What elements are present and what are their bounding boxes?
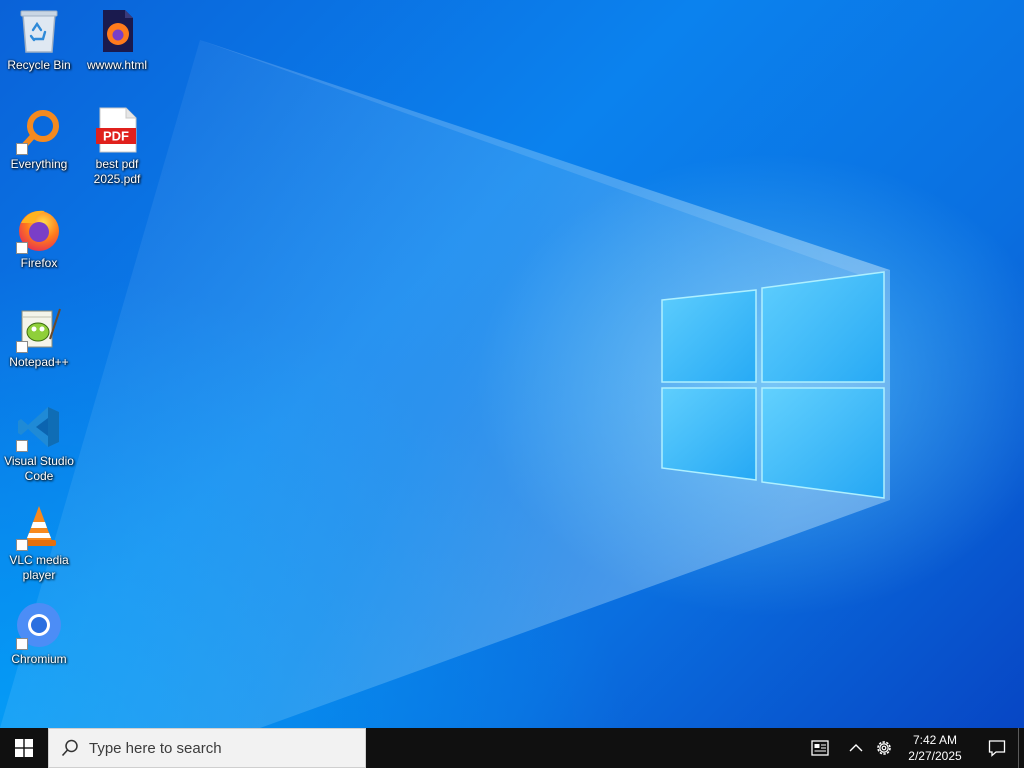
desktop-icon-label: Recycle Bin — [7, 58, 71, 72]
chromium-icon — [14, 600, 64, 650]
taskbar-search-box[interactable]: Type here to search — [48, 728, 366, 768]
show-hidden-icons-button[interactable] — [838, 728, 874, 768]
desktop-icon-best-pdf[interactable]: PDF best pdf 2025.pdf — [78, 105, 156, 187]
pdf-file-icon: PDF — [92, 105, 142, 155]
action-center-icon — [988, 740, 1006, 757]
chevron-up-icon — [849, 744, 863, 752]
desktop-icon-label: Visual Studio Code — [4, 454, 74, 483]
search-icon — [61, 739, 78, 757]
shortcut-arrow-icon — [16, 539, 28, 551]
clock[interactable]: 7:42 AM 2/27/2025 — [894, 728, 976, 768]
news-widget-icon — [811, 740, 829, 756]
shortcut-arrow-icon — [16, 440, 28, 452]
shortcut-arrow-icon — [16, 143, 28, 155]
settings-tray-button[interactable] — [874, 728, 894, 768]
desktop-icon-recycle-bin[interactable]: Recycle Bin — [0, 6, 78, 73]
desktop-icon-label: Notepad++ — [9, 355, 69, 369]
start-button[interactable] — [0, 728, 48, 768]
system-tray: 7:42 AM 2/27/2025 — [802, 728, 1024, 768]
show-desktop-button[interactable] — [1018, 728, 1024, 768]
everything-search-icon — [14, 105, 64, 155]
clock-date: 2/27/2025 — [908, 749, 962, 763]
desktop-icon-label: Chromium — [11, 652, 67, 666]
pdf-badge-text: PDF — [103, 129, 129, 144]
desktop-icon-label: best pdf 2025.pdf — [93, 157, 141, 186]
search-placeholder: Type here to search — [89, 739, 222, 757]
firefox-icon — [14, 204, 64, 254]
gear-icon — [877, 741, 891, 755]
desktop-icon-label: Everything — [10, 157, 68, 171]
desktop-icon-label: VLC media player — [9, 553, 69, 582]
desktop-icon-label: wwww.html — [86, 58, 147, 72]
windows-logo-wallpaper — [661, 271, 885, 499]
taskbar: Type here to search 7:42 AM 2/27/2025 — [0, 728, 1024, 768]
desktop-icon-notepadpp[interactable]: Notepad++ — [0, 303, 78, 370]
desktop-icon-chromium[interactable]: Chromium — [0, 600, 78, 667]
desktop-background: Recycle Bin Everything Firefox Notepad++… — [0, 0, 1024, 728]
firefox-html-file-icon — [92, 6, 142, 56]
desktop-icon-firefox[interactable]: Firefox — [0, 204, 78, 271]
news-widget-button[interactable] — [802, 728, 838, 768]
desktop-icon-everything[interactable]: Everything — [0, 105, 78, 172]
desktop-icon-vlc[interactable]: VLC media player — [0, 501, 78, 583]
shortcut-arrow-icon — [16, 242, 28, 254]
action-center-button[interactable] — [976, 728, 1018, 768]
desktop-icon-label: Firefox — [20, 256, 58, 270]
windows-start-icon — [15, 739, 33, 757]
vlc-icon — [14, 501, 64, 551]
vscode-icon — [14, 402, 64, 452]
shortcut-arrow-icon — [16, 341, 28, 353]
desktop-icon-vscode[interactable]: Visual Studio Code — [0, 402, 78, 484]
desktop-icon-wwww-html[interactable]: wwww.html — [78, 6, 156, 73]
shortcut-arrow-icon — [16, 638, 28, 650]
recycle-bin-icon — [14, 6, 64, 56]
clock-time: 7:42 AM — [912, 733, 958, 747]
notepadpp-icon — [14, 303, 64, 353]
